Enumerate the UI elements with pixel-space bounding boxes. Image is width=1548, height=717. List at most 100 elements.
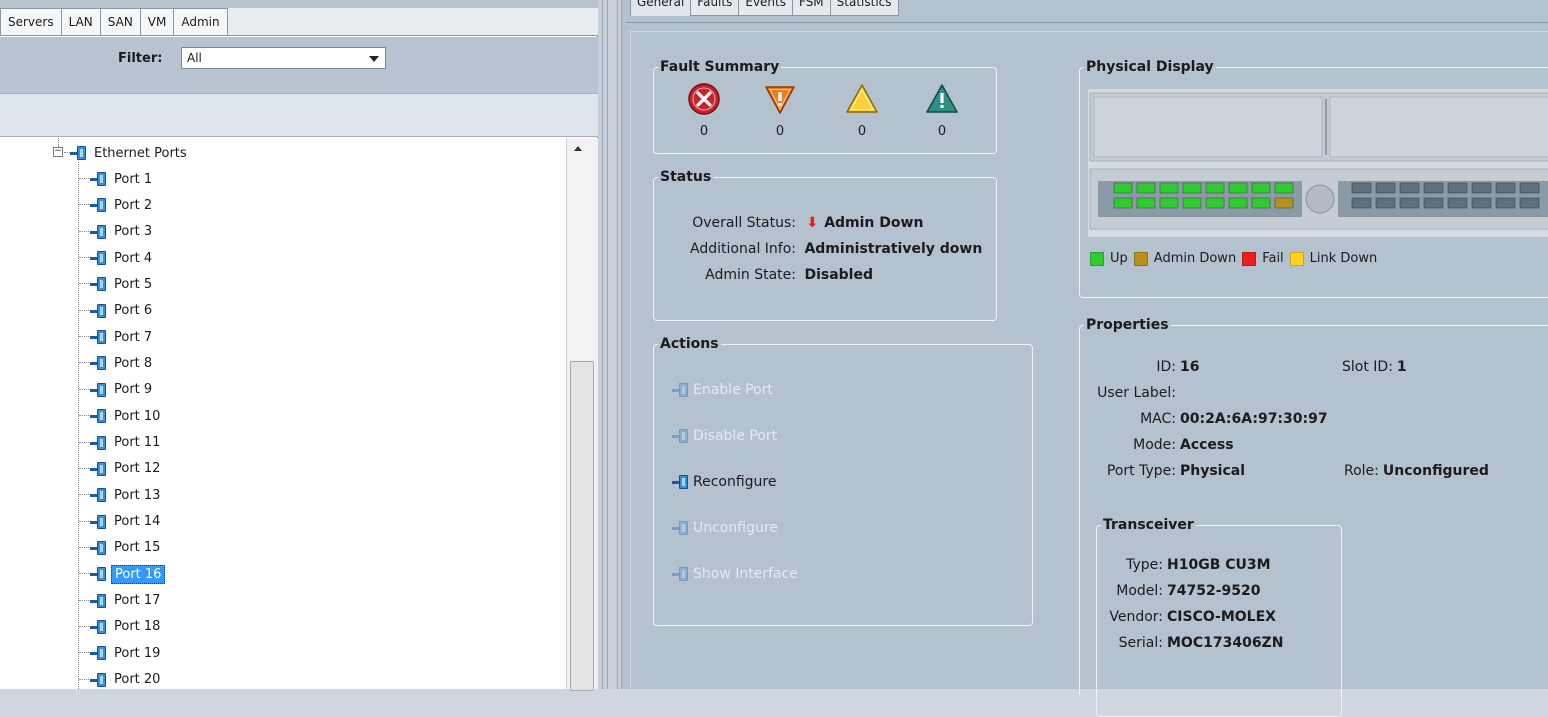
enable-port-label: Enable Port	[693, 382, 773, 398]
tab-fsm[interactable]: FSM	[792, 0, 831, 16]
tree-item-port[interactable]: Port 4	[90, 247, 155, 269]
switch-port[interactable]	[1159, 182, 1179, 194]
scroll-up-icon[interactable]	[574, 146, 582, 151]
switch-port[interactable]	[1351, 182, 1372, 194]
tree-item-port[interactable]: Port 2	[90, 194, 155, 216]
chevron-down-icon	[369, 56, 379, 62]
warning-count: 0	[937, 124, 947, 139]
switch-port[interactable]	[1399, 197, 1420, 209]
mode-value: Access	[1180, 437, 1234, 453]
tab-vm[interactable]: VM	[139, 8, 175, 35]
switch-port[interactable]	[1399, 182, 1420, 194]
switch-port[interactable]	[1251, 182, 1271, 194]
switch-port[interactable]	[1205, 182, 1225, 194]
tab-admin[interactable]: Admin	[173, 8, 228, 35]
general-content: Fault Summary 0 0 0 0 Status Overall Sta…	[630, 31, 1548, 717]
switch-port[interactable]	[1182, 182, 1202, 194]
switch-port[interactable]	[1113, 197, 1133, 209]
actions-title: Actions	[660, 336, 719, 352]
switch-port[interactable]	[1375, 182, 1396, 194]
warning-fault-icon	[926, 84, 958, 113]
port-icon	[90, 198, 108, 213]
critical-fault[interactable]: 0	[682, 81, 726, 139]
tree-item-port[interactable]: Port 14	[90, 511, 163, 533]
tree-item-port[interactable]: Port 8	[90, 352, 155, 374]
tree-item-port[interactable]: Port 17	[90, 590, 163, 612]
enable-port-action[interactable]: Enable Port	[672, 382, 773, 398]
tree-item-port[interactable]: Port 15	[90, 537, 163, 559]
tree-item-port[interactable]: Port 5	[90, 273, 155, 295]
switch-port[interactable]	[1228, 197, 1248, 209]
switch-port[interactable]	[1423, 197, 1444, 209]
tree-item-port[interactable]: Port 3	[90, 221, 155, 243]
tree-item-port[interactable]: Port 7	[90, 326, 155, 348]
switch-port[interactable]	[1519, 197, 1540, 209]
tab-faults[interactable]: Faults	[690, 0, 740, 16]
tab-general[interactable]: General	[630, 0, 692, 16]
major-fault[interactable]: 0	[758, 81, 802, 139]
switch-port[interactable]	[1251, 197, 1271, 209]
port-label: Port 6	[114, 303, 153, 319]
tab-servers[interactable]: Servers	[0, 8, 62, 35]
switch-port[interactable]	[1136, 182, 1156, 194]
tree-item-port[interactable]: Port 11	[90, 432, 163, 454]
tree-item-port[interactable]: Port 12	[90, 458, 163, 480]
port-label: Port 9	[114, 382, 153, 398]
port-type-label: Port Type:	[1106, 463, 1176, 479]
tree-item-port[interactable]: Port 10	[90, 405, 163, 427]
switch-port[interactable]	[1471, 182, 1492, 194]
switch-port[interactable]	[1159, 197, 1179, 209]
filter-dropdown[interactable]: All	[181, 47, 386, 69]
switch-port[interactable]	[1423, 182, 1444, 194]
switch-port[interactable]	[1447, 197, 1468, 209]
switch-port[interactable]	[1447, 182, 1468, 194]
tree-item-port[interactable]: Port 16	[90, 563, 166, 585]
show-interface-action[interactable]: Show Interface	[672, 566, 798, 582]
switch-port[interactable]	[1136, 197, 1156, 209]
disable-port-action[interactable]: Disable Port	[672, 428, 777, 444]
switch-port[interactable]	[1471, 197, 1492, 209]
show-interface-icon	[672, 567, 690, 581]
switch-port[interactable]	[1205, 197, 1225, 209]
port-label: Port 2	[114, 197, 153, 213]
port-icon	[90, 435, 108, 450]
switch-port[interactable]	[1351, 197, 1372, 209]
tab-san[interactable]: SAN	[99, 8, 141, 35]
switch-port[interactable]	[1274, 182, 1294, 194]
tab-lan[interactable]: LAN	[60, 8, 101, 35]
tree-scrollbar[interactable]	[566, 138, 598, 691]
reconfigure-label: Reconfigure	[693, 474, 777, 490]
unconfigure-action[interactable]: Unconfigure	[672, 520, 778, 536]
admin-state-value: Disabled	[804, 267, 873, 283]
filter-value: All	[187, 51, 202, 65]
switch-port[interactable]	[1519, 182, 1540, 194]
switch-port[interactable]	[1274, 197, 1294, 209]
scroll-thumb[interactable]	[570, 361, 594, 691]
tree-item-port[interactable]: Port 1	[90, 168, 155, 190]
warning-fault[interactable]: 0	[920, 81, 964, 139]
tree-item-port[interactable]: Port 13	[90, 484, 163, 506]
pane-splitter[interactable]	[598, 0, 622, 689]
collapse-toggle[interactable]: −	[53, 147, 63, 157]
ethernet-ports-node[interactable]: Ethernet Ports	[70, 142, 190, 164]
tree-item-port[interactable]: Port 9	[90, 379, 155, 401]
switch-port[interactable]	[1495, 182, 1516, 194]
detail-tabs: General Faults Events FSM Statistics	[630, 0, 899, 16]
switch-port[interactable]	[1228, 182, 1248, 194]
tree-item-port[interactable]: Port 19	[90, 642, 163, 664]
switch-port[interactable]	[1495, 197, 1516, 209]
switch-port[interactable]	[1113, 182, 1133, 194]
tree-item-port[interactable]: Port 18	[90, 616, 163, 638]
reconfigure-action[interactable]: Reconfigure	[672, 474, 777, 490]
tab-statistics[interactable]: Statistics	[829, 0, 899, 16]
switch-port[interactable]	[1182, 197, 1202, 209]
tree-item-port[interactable]: Port 20	[90, 669, 163, 689]
minor-fault[interactable]: 0	[840, 81, 884, 139]
switch-port[interactable]	[1375, 197, 1396, 209]
legend-swatch	[1289, 251, 1304, 266]
port-icon	[90, 461, 108, 476]
tree-item-port[interactable]: Port 6	[90, 300, 155, 322]
port-label: Port 15	[114, 540, 161, 556]
tab-events[interactable]: Events	[738, 0, 793, 16]
port-label: Port 17	[114, 593, 161, 609]
